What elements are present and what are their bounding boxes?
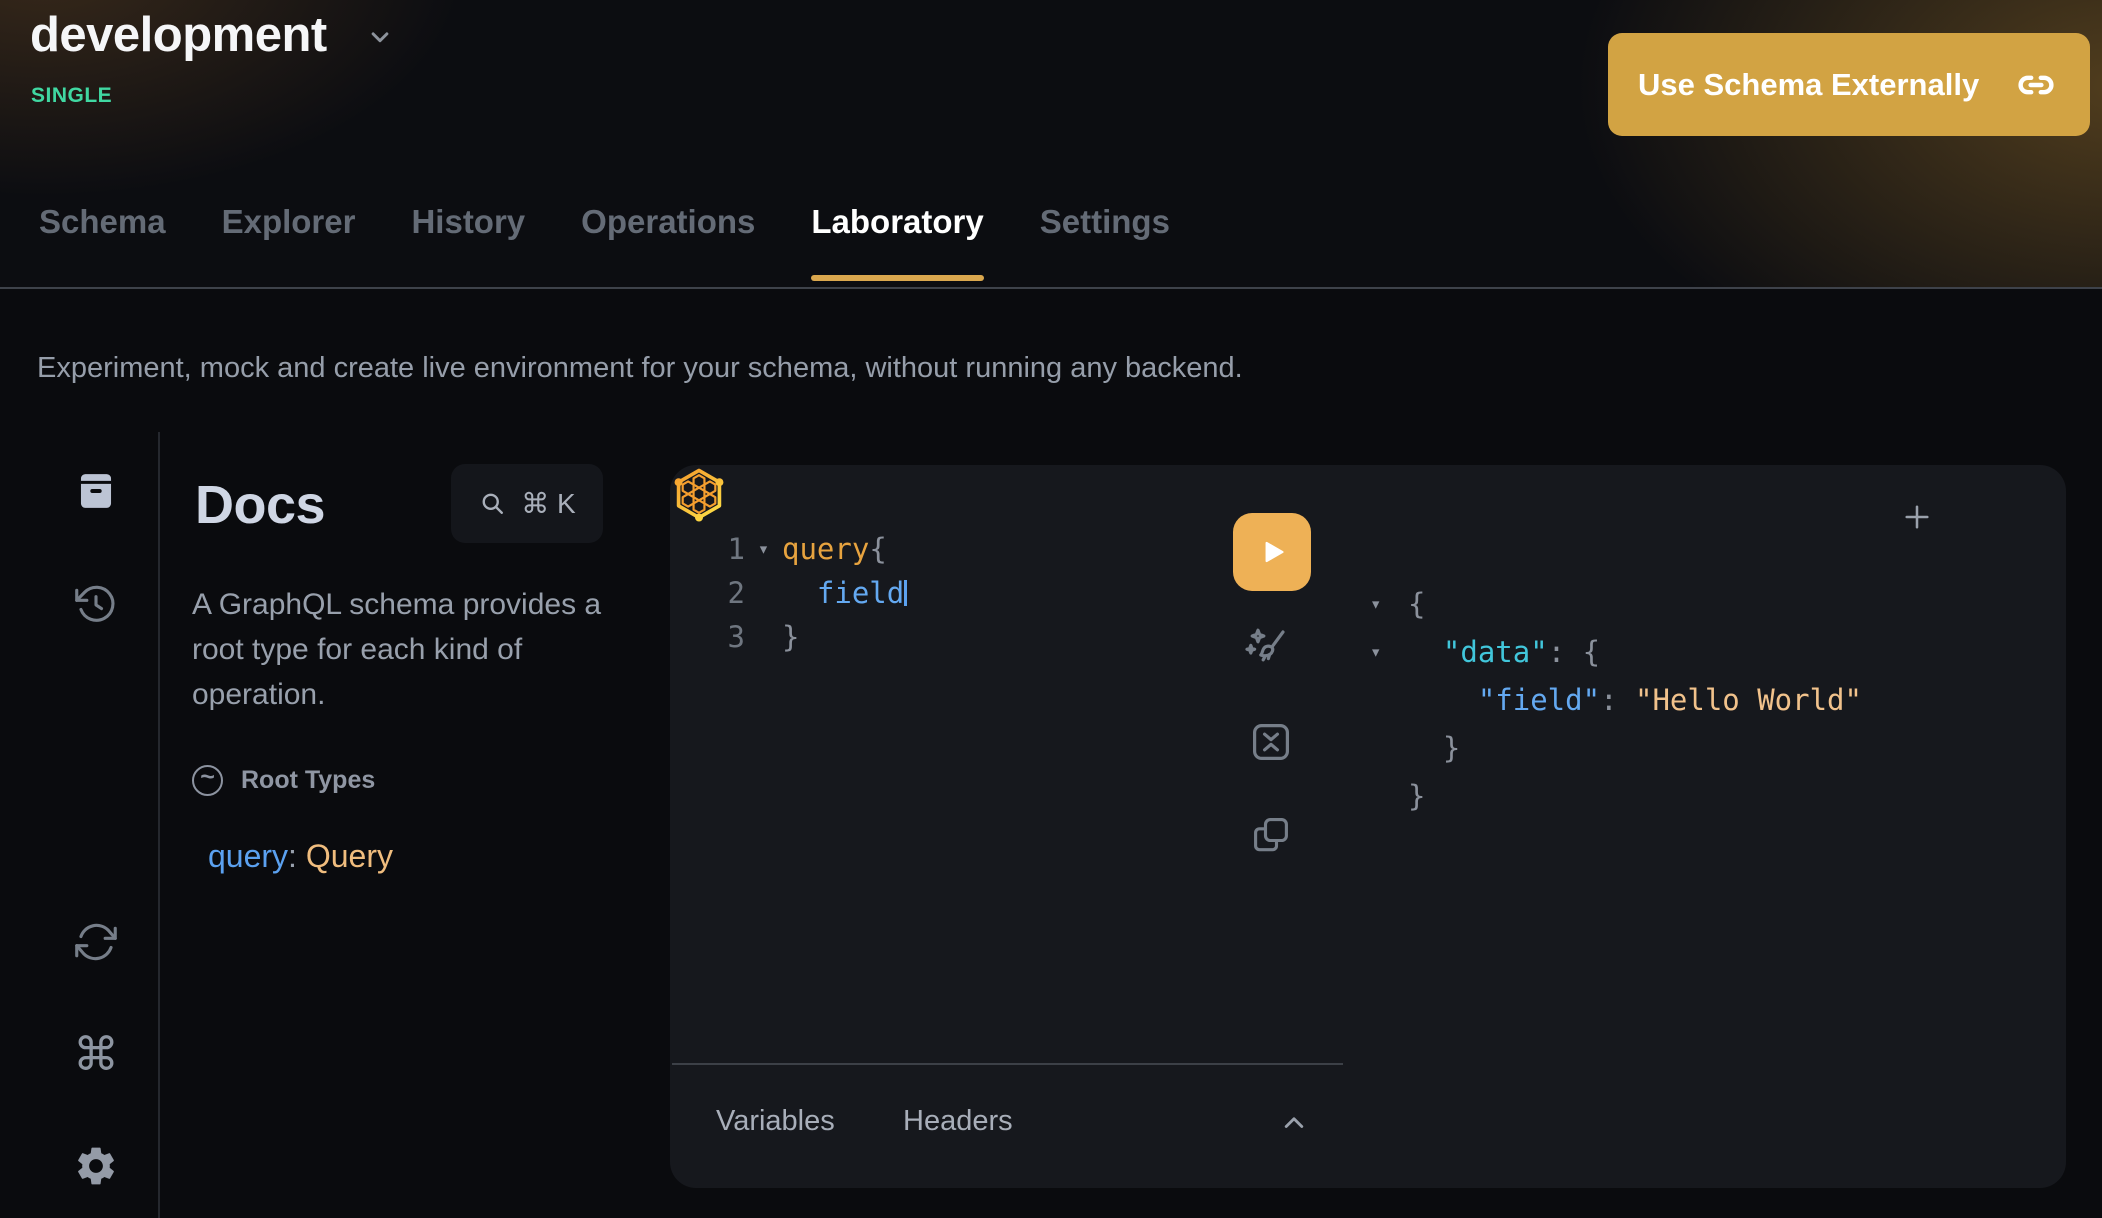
history-icon <box>74 582 118 626</box>
sidebar-item-docs[interactable] <box>73 468 119 514</box>
line-number: 2 <box>703 576 745 610</box>
chevron-down-icon <box>365 22 395 52</box>
response-line: } <box>1370 724 1862 772</box>
execute-query-button[interactable] <box>1233 513 1311 591</box>
root-types-section: ~ Root Types <box>192 765 375 796</box>
play-icon <box>1255 535 1289 569</box>
circle-tilde-icon: ~ <box>192 765 223 796</box>
sidebar-item-history[interactable] <box>73 581 119 627</box>
code-text: query{ <box>782 532 887 566</box>
tab-operations[interactable]: Operations <box>581 203 755 281</box>
sidebar-divider <box>158 432 160 1218</box>
sidebar-item-refetch-schema[interactable] <box>73 919 119 965</box>
fold-caret-icon[interactable]: ▾ <box>1370 593 1408 615</box>
tab-variables[interactable]: Variables <box>716 1105 835 1138</box>
response-text: "field": "Hello World" <box>1408 683 1862 717</box>
docs-book-icon <box>74 469 118 513</box>
page-description: Experiment, mock and create live environ… <box>37 352 1243 385</box>
use-schema-label: Use Schema Externally <box>1638 67 1979 103</box>
refetch-icon <box>74 920 118 964</box>
line-number: 1 <box>703 532 745 566</box>
response-text: } <box>1408 779 1425 813</box>
tab-laboratory[interactable]: Laboratory <box>811 203 983 281</box>
command-icon: ⌘ <box>73 1031 119 1077</box>
response-text: { <box>1408 587 1425 621</box>
docs-description: A GraphQL schema provides a root type fo… <box>192 582 616 717</box>
project-selector-button[interactable] <box>365 22 395 52</box>
editor-line: 1 ▾ query{ <box>703 527 907 571</box>
collapse-editor-tools-button[interactable] <box>1276 1105 1312 1141</box>
response-line: ▾ { <box>1370 580 1862 628</box>
editor-line: 3 } <box>703 615 907 659</box>
page-title: development <box>30 6 327 64</box>
response-line: } <box>1370 772 1862 820</box>
tab-headers[interactable]: Headers <box>903 1105 1013 1138</box>
copy-query-button[interactable] <box>1249 813 1293 857</box>
link-icon <box>2012 61 2060 109</box>
tab-settings[interactable]: Settings <box>1040 203 1170 281</box>
tab-schema[interactable]: Schema <box>39 203 166 281</box>
doc-search-button[interactable]: ⌘ K <box>451 464 603 543</box>
query-editor[interactable]: 1 ▾ query{ 2 field 3 } <box>703 527 907 659</box>
project-title-row: development <box>30 6 395 64</box>
copy-icon <box>1249 813 1293 857</box>
text-cursor <box>904 580 907 606</box>
root-types-label: Root Types <box>241 766 375 795</box>
project-type-badge: SINGLE <box>31 84 112 108</box>
code-text: } <box>782 620 799 654</box>
hive-logo-icon[interactable] <box>670 465 728 523</box>
root-type-query-link[interactable]: query: Query <box>208 838 393 875</box>
hive-hexagon-icon <box>670 465 728 523</box>
sidebar-item-settings[interactable] <box>73 1143 119 1189</box>
response-text: "data": { <box>1408 635 1600 669</box>
laboratory-page: development SINGLE Use Schema Externally… <box>0 0 2102 1218</box>
fold-caret-icon[interactable]: ▾ <box>1370 641 1408 663</box>
header: development SINGLE Use Schema Externally… <box>0 0 2102 289</box>
response-line: ▾ "data": { <box>1370 628 1862 676</box>
merge-icon <box>1247 718 1295 766</box>
search-shortcut-label: ⌘ K <box>521 487 575 520</box>
nav-tabs: Schema Explorer History Operations Labor… <box>39 203 1170 281</box>
search-icon <box>478 489 508 519</box>
use-schema-externally-button[interactable]: Use Schema Externally <box>1608 33 2090 136</box>
graphiql-card: 1 ▾ query{ 2 field 3 } <box>670 465 2066 1188</box>
root-separator: : <box>288 838 306 874</box>
line-number: 3 <box>703 620 745 654</box>
code-text: field <box>782 576 904 610</box>
response-viewer: ▾ { ▾ "data": { "field": "Hello World" }… <box>1370 580 1862 820</box>
plus-icon <box>1898 498 1936 536</box>
response-text: } <box>1408 731 1460 765</box>
tab-explorer[interactable]: Explorer <box>222 203 356 281</box>
sidebar-item-keyboard-shortcuts[interactable]: ⌘ <box>73 1031 119 1077</box>
prettify-button[interactable] <box>1240 619 1296 675</box>
response-line: "field": "Hello World" <box>1370 676 1862 724</box>
add-tab-button[interactable] <box>1898 498 1936 536</box>
root-field-name: query <box>208 838 288 874</box>
editor-line: 2 field <box>703 571 907 615</box>
chevron-up-icon <box>1277 1106 1311 1140</box>
tab-history[interactable]: History <box>411 203 525 281</box>
merge-fragments-button[interactable] <box>1247 718 1295 766</box>
docs-panel-title: Docs <box>195 474 325 536</box>
root-type-name: Query <box>306 838 393 874</box>
fold-caret-icon[interactable]: ▾ <box>745 538 782 560</box>
prettify-sparkle-brush-icon <box>1240 619 1296 675</box>
footer-divider <box>672 1063 1343 1065</box>
gear-icon <box>73 1143 119 1189</box>
